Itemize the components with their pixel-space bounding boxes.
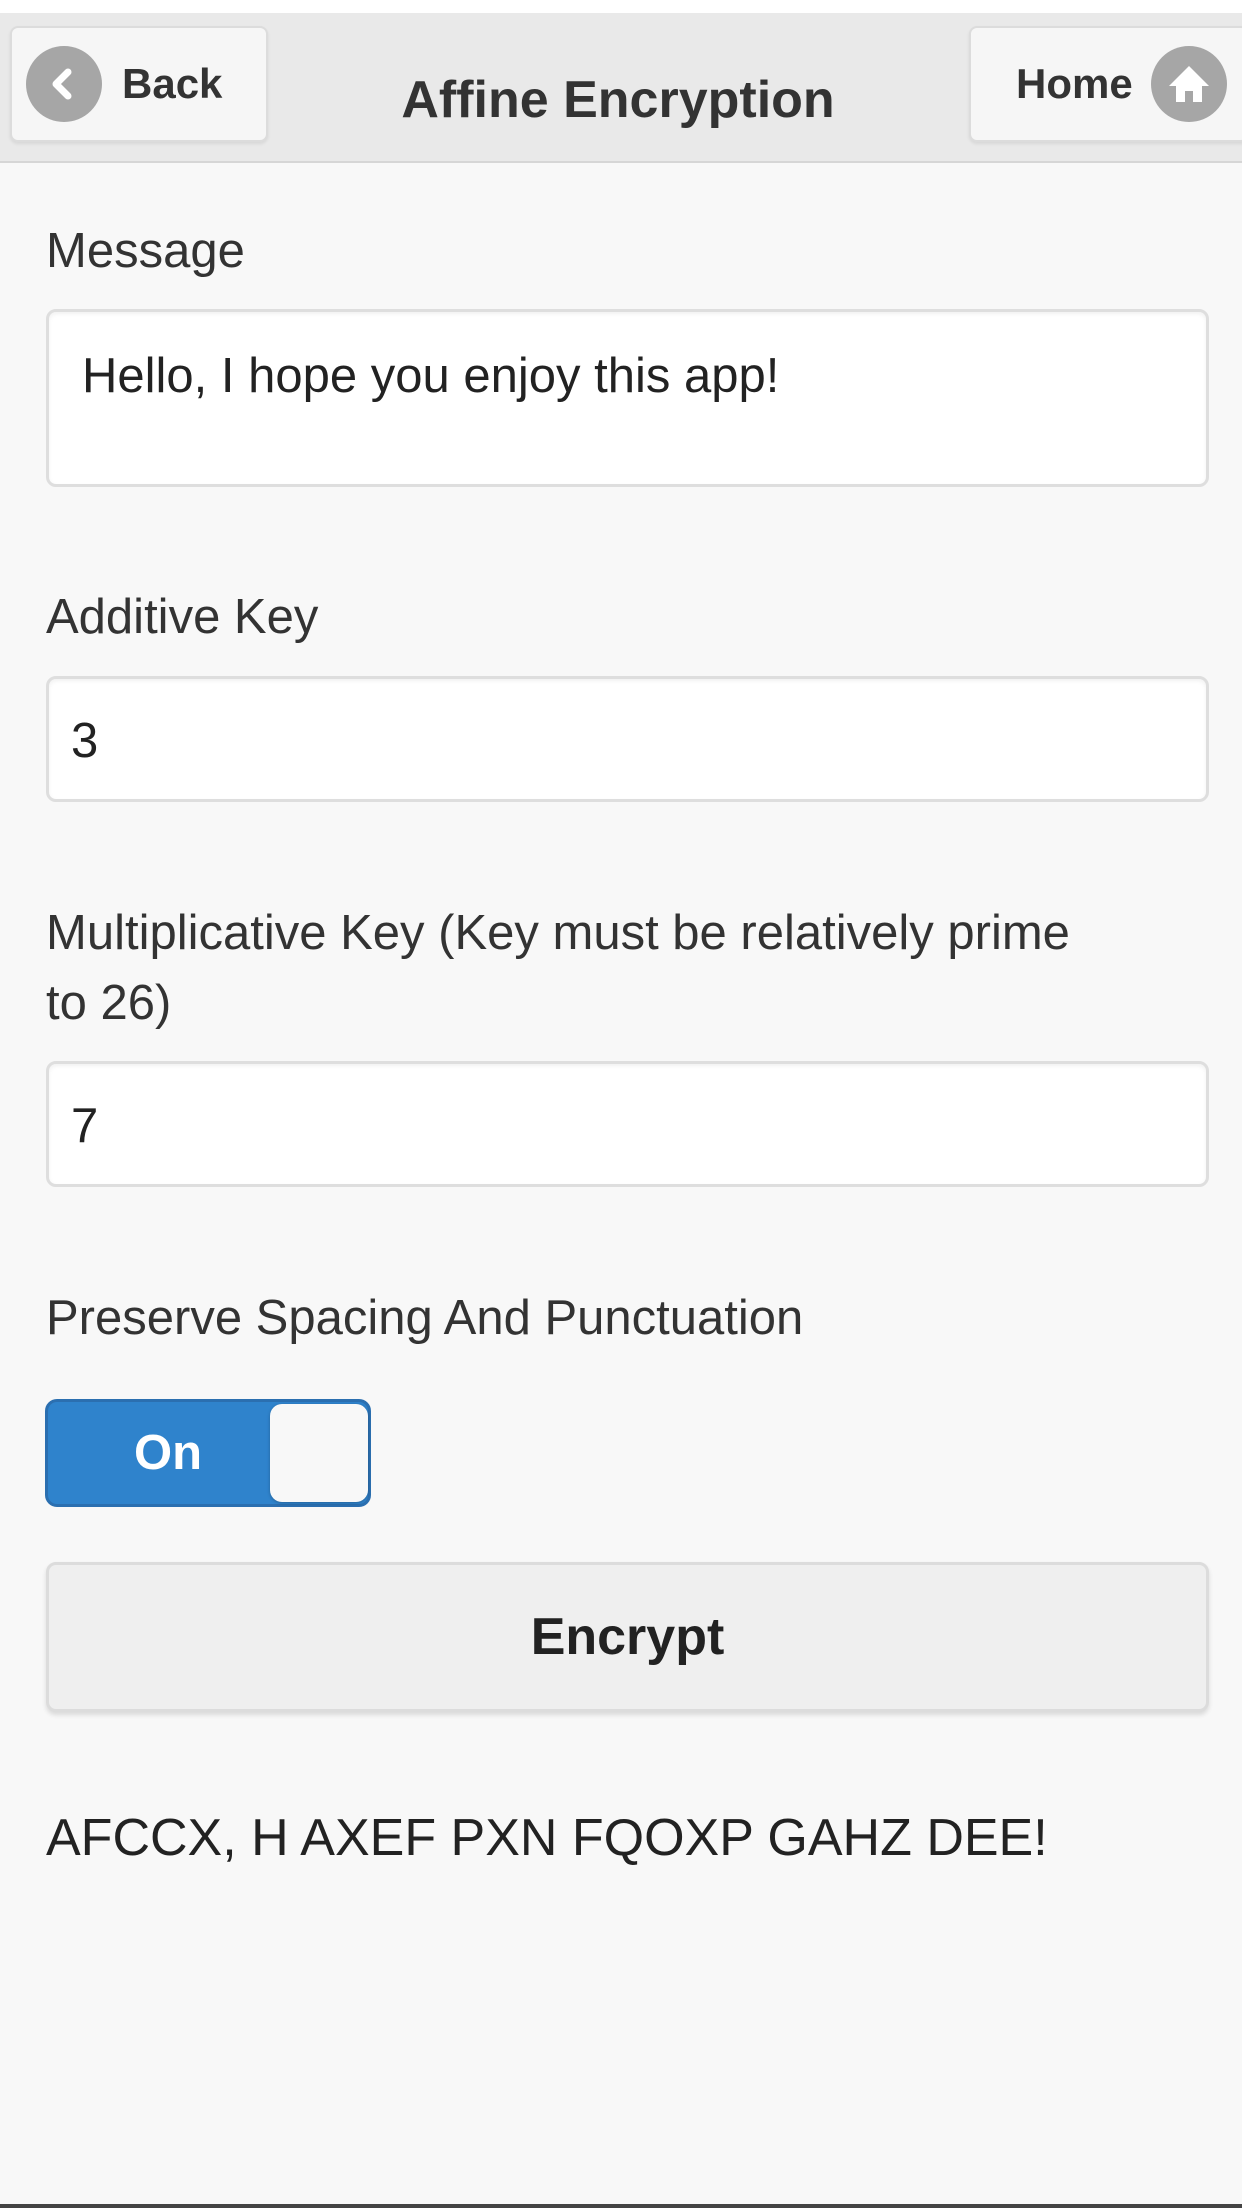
chevron-left-icon xyxy=(26,46,102,122)
toggle-knob[interactable] xyxy=(270,1404,368,1502)
encrypt-button[interactable]: Encrypt xyxy=(46,1562,1209,1712)
multiplicative-key-label-line2: to 26) xyxy=(46,976,172,1030)
header-bar: Back Affine Encryption Home xyxy=(0,13,1242,163)
home-button-label: Home xyxy=(1016,60,1133,107)
preserve-spacing-toggle[interactable]: On xyxy=(45,1399,371,1507)
message-label: Message xyxy=(46,224,245,278)
multiplicative-key-label: Multiplicative Key (Key must be relative… xyxy=(46,898,1070,1038)
additive-key-value: 3 xyxy=(71,714,99,768)
bottom-divider xyxy=(0,2204,1242,2208)
back-button[interactable]: Back xyxy=(10,26,268,142)
additive-key-label: Additive Key xyxy=(46,590,319,644)
multiplicative-key-label-line1: Multiplicative Key (Key must be relative… xyxy=(46,906,1070,960)
home-button[interactable]: Home xyxy=(969,26,1242,142)
additive-key-input[interactable]: 3 xyxy=(46,676,1209,802)
encrypted-output: AFCCX, H AXEF PXN FQOXP GAHZ DEE! xyxy=(46,1809,1048,1867)
message-textarea[interactable]: Hello, I hope you enjoy this app! xyxy=(46,309,1209,487)
affine-encryption-page: Back Affine Encryption Home Message Hell… xyxy=(0,0,1242,2208)
back-button-label: Back xyxy=(122,60,223,107)
multiplicative-key-input[interactable]: 7 xyxy=(46,1061,1209,1187)
toggle-state-label: On xyxy=(134,1426,203,1480)
message-text: Hello, I hope you enjoy this app! xyxy=(82,349,780,403)
page-title: Affine Encryption xyxy=(401,71,835,129)
preserve-spacing-label: Preserve Spacing And Punctuation xyxy=(46,1291,804,1345)
home-icon xyxy=(1150,46,1227,122)
status-strip xyxy=(0,0,1242,13)
multiplicative-key-value: 7 xyxy=(71,1099,99,1153)
